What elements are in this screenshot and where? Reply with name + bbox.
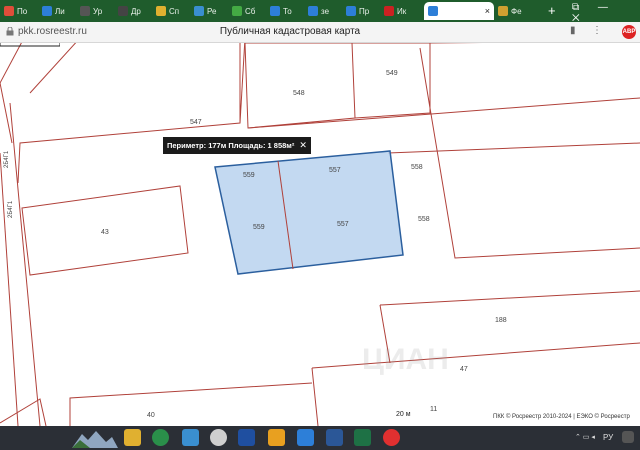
map-attribution: ПКК © Росреестр 2010-2024 | ЕЭКО © Росре… <box>493 414 630 420</box>
tab-favicon-icon <box>498 6 508 16</box>
tab-favicon-icon <box>80 6 90 16</box>
cadastral-map[interactable]: 547 548 549 559 557 558 559 557 558 43 1… <box>0 43 640 426</box>
yandex-browser-icon[interactable] <box>383 429 400 446</box>
tab-5[interactable]: Ре <box>194 2 230 20</box>
window-controls[interactable]: ⧉ — ✕ <box>572 2 640 24</box>
selected-parcels[interactable] <box>214 150 404 275</box>
tab-2[interactable]: Ур <box>80 2 116 20</box>
new-tab-button[interactable]: + <box>548 3 556 18</box>
bookmark-icon[interactable]: ▮ <box>570 25 576 36</box>
watermark: ЦИАН <box>362 343 449 376</box>
tab-favicon-icon <box>4 6 14 16</box>
explorer-icon[interactable] <box>124 429 141 446</box>
tab-7[interactable]: То <box>270 2 306 20</box>
parcel-label: 11 <box>430 406 438 413</box>
tab-1[interactable]: Ли <box>42 2 78 20</box>
tab-favicon-icon <box>194 6 204 16</box>
parcel-label: 548 <box>293 90 305 97</box>
desktop-mountains-icon[interactable] <box>72 428 118 448</box>
tab-favicon-icon <box>42 6 52 16</box>
rosreestr-favicon-icon <box>428 6 438 16</box>
app-icon[interactable] <box>210 429 227 446</box>
tab-8[interactable]: зе <box>308 2 344 20</box>
tab-favicon-icon <box>156 6 166 16</box>
parcel-label: 558 <box>418 216 430 223</box>
app-icon[interactable] <box>238 429 255 446</box>
app-icon[interactable] <box>268 429 285 446</box>
notification-icon[interactable] <box>622 431 634 443</box>
close-tab-icon[interactable]: × <box>485 6 490 16</box>
parcel-label: 188 <box>495 317 507 324</box>
tab-favicon-icon <box>232 6 242 16</box>
map-boundaries <box>0 43 640 426</box>
parcel-label: 557 <box>329 167 341 174</box>
measure-text: Периметр: 177м Площадь: 1 858м² <box>167 141 295 150</box>
tab-4[interactable]: Сп <box>156 2 192 20</box>
tab-6[interactable]: Сб <box>232 2 268 20</box>
street-label: 2Б4Г1 <box>8 200 14 218</box>
app-icon[interactable] <box>152 429 169 446</box>
parcel-label: 557 <box>337 221 349 228</box>
app-icon[interactable] <box>182 429 199 446</box>
app-icon[interactable] <box>297 429 314 446</box>
tab-favicon-icon <box>384 6 394 16</box>
address-bar: pkk.rosreestr.ru Публичная кадастровая к… <box>0 22 640 43</box>
adblock-icon[interactable]: ABP <box>622 25 636 39</box>
parcel-label: 40 <box>147 412 155 419</box>
tab-active[interactable]: × <box>424 2 494 20</box>
tab-favicon-icon <box>346 6 356 16</box>
tab-favicon-icon <box>118 6 128 16</box>
scale-bar <box>0 43 60 47</box>
excel-icon[interactable] <box>354 429 371 446</box>
parcel-label: 547 <box>190 119 202 126</box>
tab-0[interactable]: По <box>4 2 40 20</box>
parcel-label: 558 <box>411 164 423 171</box>
parcel-label: 559 <box>253 224 265 231</box>
tab-favicon-icon <box>270 6 280 16</box>
tab-12[interactable]: Фе <box>498 2 538 20</box>
browser-tab-strip: По Ли Ур Др Сп Ре Сб То зе Пр Ик × Фе + … <box>0 0 640 24</box>
taskbar: ⌃ ▭ ◂ РУ <box>0 426 640 450</box>
parcel-label: 549 <box>386 70 398 77</box>
close-icon[interactable]: ✕ <box>299 140 307 151</box>
tab-9[interactable]: Пр <box>346 2 382 20</box>
parcel-label: 43 <box>101 229 109 236</box>
street-label: 2Б4Г1 <box>4 150 10 168</box>
tray-icons[interactable]: ⌃ ▭ ◂ <box>575 433 595 441</box>
tab-10[interactable]: Ик <box>384 2 420 20</box>
measure-tooltip: Периметр: 177м Площадь: 1 858м² ✕ <box>163 137 311 154</box>
word-icon[interactable] <box>326 429 343 446</box>
tab-favicon-icon <box>308 6 318 16</box>
parcel-label: 47 <box>460 366 468 373</box>
tab-3[interactable]: Др <box>118 2 154 20</box>
language-indicator[interactable]: РУ <box>603 433 613 442</box>
parcel-label: 559 <box>243 172 255 179</box>
page-title: Публичная кадастровая карта <box>219 26 361 37</box>
menu-icon[interactable]: ⋮ <box>592 25 602 36</box>
scale-label: 20 м <box>396 411 411 418</box>
